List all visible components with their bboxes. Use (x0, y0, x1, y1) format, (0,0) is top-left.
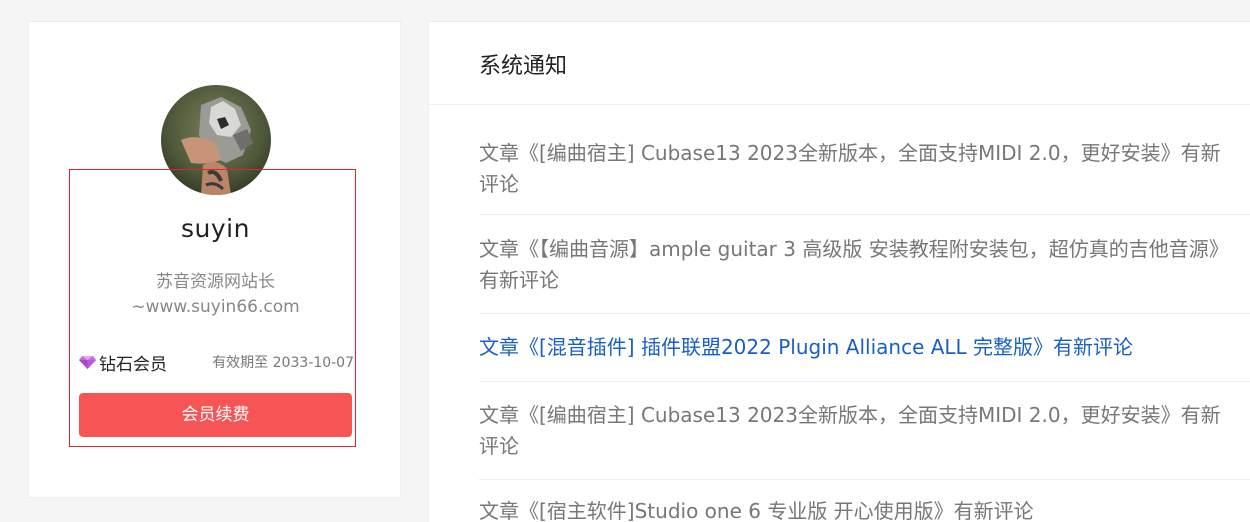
section-title: 系统通知 (479, 54, 568, 79)
notification-item[interactable]: 文章《[编曲宿主] Cubase13 2023全新版本，全面支持MIDI 2.0… (479, 105, 1250, 215)
notification-item[interactable]: 文章《【编曲音源】ample guitar 3 高级版 安装教程附安装包，超仿真… (479, 215, 1250, 314)
notifications-panel: 系统通知 文章《[编曲宿主] Cubase13 2023全新版本，全面支持MID… (428, 21, 1250, 522)
bio-line-2: ~www.suyin66.com (131, 297, 300, 317)
avatar[interactable] (161, 85, 271, 195)
avatar-image (161, 85, 271, 195)
notification-list: 文章《[编曲宿主] Cubase13 2023全新版本，全面支持MIDI 2.0… (479, 105, 1250, 522)
membership-row: 钻石会员 有效期至 2033-10-07 (79, 351, 354, 375)
member-level: 钻石会员 (99, 354, 167, 375)
gem-icon (79, 356, 96, 369)
notification-item-active[interactable]: 文章《[混音插件] 插件联盟2022 Plugin Alliance ALL 完… (479, 314, 1250, 382)
notification-item[interactable]: 文章《[宿主软件]Studio one 6 专业版 开心使用版》有新评论 (479, 480, 1250, 522)
notification-item[interactable]: 文章《[编曲宿主] Cubase13 2023全新版本，全面支持MIDI 2.0… (479, 382, 1250, 480)
username: suyin (181, 214, 250, 243)
bio-line-1: 苏音资源网站长 (156, 272, 275, 292)
profile-card: suyin 苏音资源网站长 ~www.suyin66.com 钻石会员 有效期至… (28, 21, 401, 498)
member-expiry: 有效期至 2033-10-07 (212, 355, 354, 371)
renew-membership-button[interactable]: 会员续费 (79, 393, 352, 437)
